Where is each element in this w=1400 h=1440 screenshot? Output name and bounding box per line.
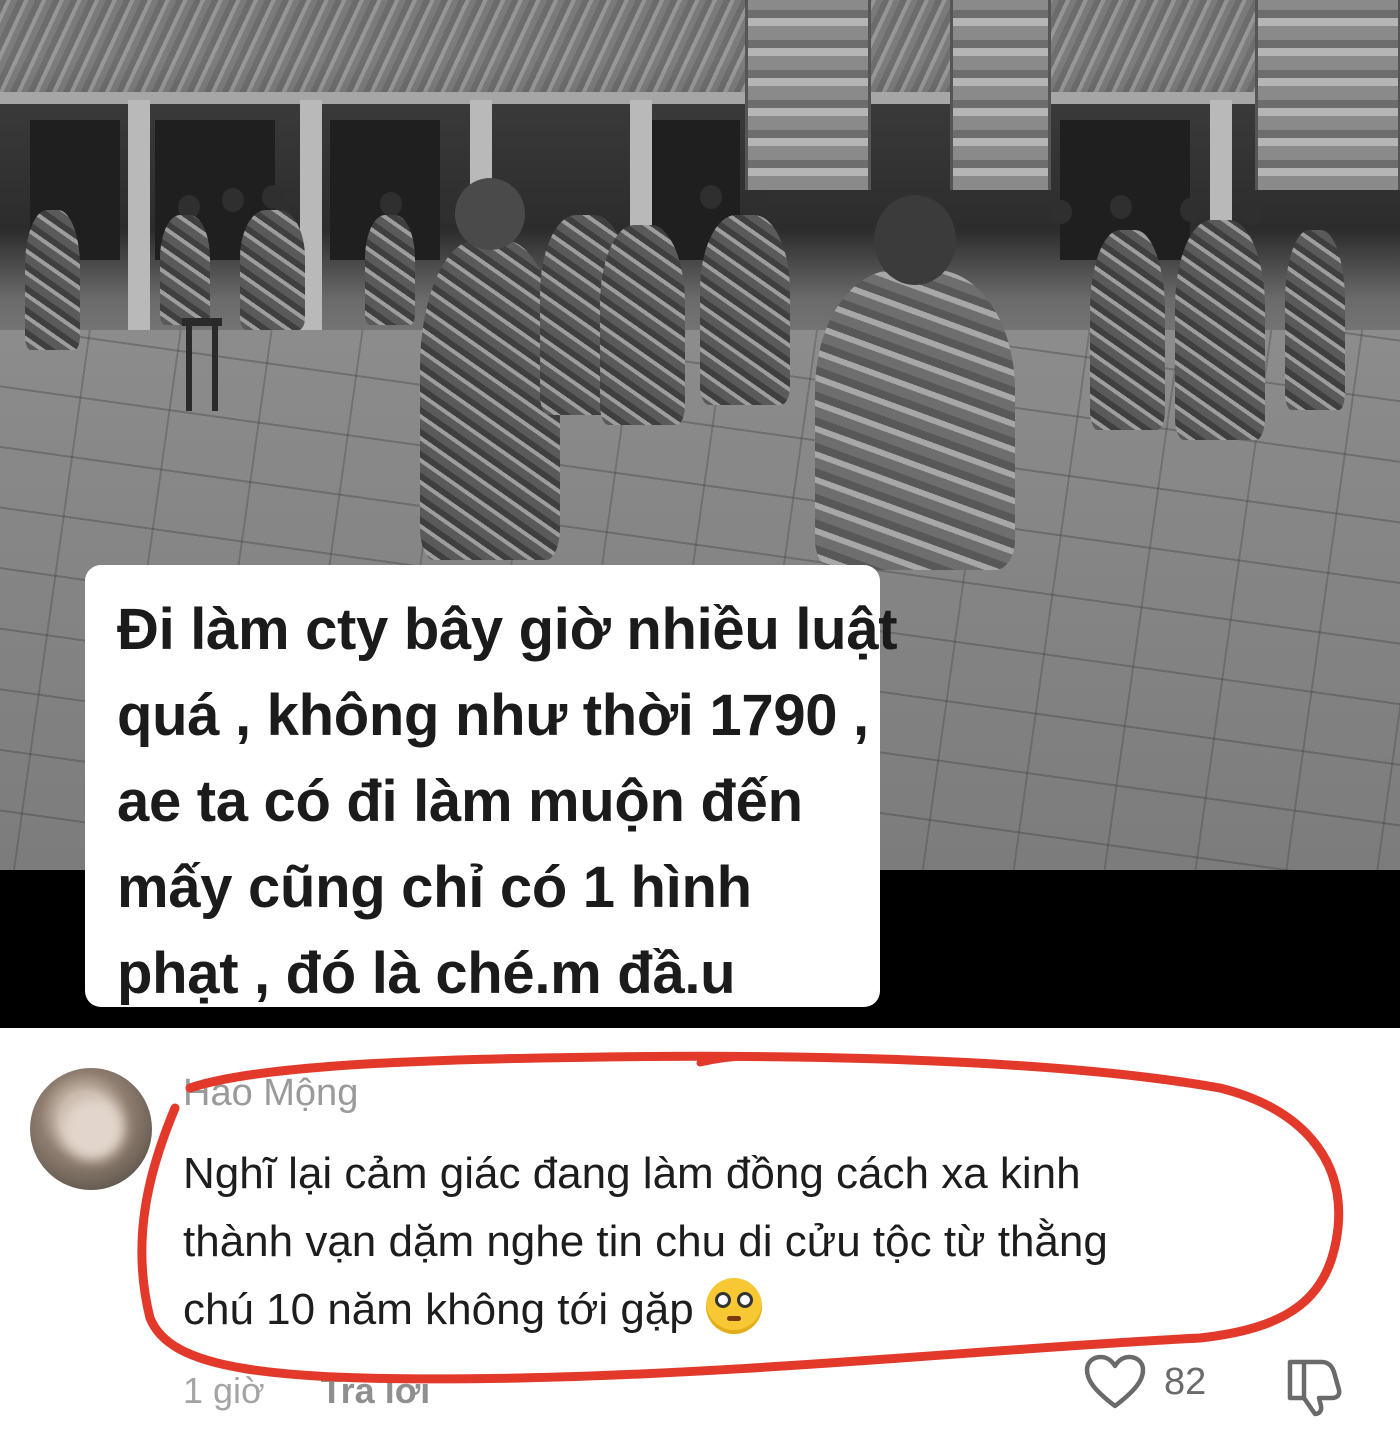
official-head <box>874 195 956 285</box>
comment-line-last: chú 10 năm không tới gặp <box>183 1276 1333 1344</box>
hanging-banner <box>1255 0 1400 190</box>
comment-meta: 1 giờ Trả lời <box>183 1370 430 1412</box>
caption-line: quá , không như thời 1790 , <box>117 683 869 748</box>
foreground-official <box>420 178 560 560</box>
comment-timestamp: 1 giờ <box>183 1370 265 1411</box>
hanging-banner <box>745 0 871 190</box>
caption-line: phạt , đó là ché.m đầ.u <box>117 941 736 1006</box>
crowd-head <box>1240 202 1262 226</box>
caption-line: mấy cũng chỉ có 1 hình <box>117 855 752 920</box>
background-figure <box>25 210 80 350</box>
comment: Hảo Mộng Nghĩ lại cảm giác đang làm đồng… <box>0 1028 1400 1440</box>
background-figure <box>700 215 790 405</box>
background-figure <box>1090 230 1165 430</box>
crowd-head <box>745 190 767 214</box>
foreground-official <box>815 195 1015 570</box>
official-head <box>455 178 525 250</box>
comment-line-text: chú 10 năm không tới gặp <box>183 1285 694 1334</box>
dislike-icon[interactable] <box>1282 1356 1344 1418</box>
crowd-head <box>380 192 402 216</box>
background-figure <box>600 225 685 425</box>
like-count: 82 <box>1164 1360 1207 1403</box>
background-figure <box>1175 220 1265 440</box>
background-figure <box>240 210 305 330</box>
flushed-face-emoji-icon <box>705 1278 762 1334</box>
hanging-banner <box>950 0 1051 190</box>
crowd-head <box>700 185 722 209</box>
like-button[interactable]: 82 <box>1084 1352 1206 1412</box>
stool <box>182 318 222 326</box>
roof-texture <box>0 0 1400 100</box>
reply-button[interactable]: Trả lời <box>321 1370 431 1411</box>
crowd-head <box>1110 195 1132 219</box>
avatar-blur <box>62 1098 124 1160</box>
avatar[interactable] <box>30 1068 152 1190</box>
roof-eave <box>0 92 1400 104</box>
comment-body: Nghĩ lại cảm giác đang làm đồng cách xa … <box>183 1140 1333 1344</box>
caption-line: Đi làm cty bây giờ nhiều luật <box>117 597 898 662</box>
crowd-head <box>262 185 284 209</box>
background-figure <box>160 215 210 325</box>
crowd-head <box>222 188 244 212</box>
heart-icon <box>1084 1354 1146 1409</box>
stool-leg <box>186 326 192 411</box>
meme-caption: Đi làm cty bây giờ nhiều luật quá , khôn… <box>85 565 898 1007</box>
comment-line: Nghĩ lại cảm giác đang làm đồng cách xa … <box>183 1149 1081 1198</box>
background-figure <box>365 215 415 325</box>
comment-line: thành vạn dặm nghe tin chu di cửu tộc từ… <box>183 1217 1108 1266</box>
crowd-head <box>1180 198 1202 222</box>
pillar <box>128 100 150 330</box>
background-figure <box>1285 230 1345 410</box>
stool-leg <box>212 326 218 411</box>
crowd-head <box>1050 200 1072 224</box>
comment-username[interactable]: Hảo Mộng <box>183 1072 358 1115</box>
caption-line: ae ta có đi làm muộn đến <box>117 769 803 834</box>
